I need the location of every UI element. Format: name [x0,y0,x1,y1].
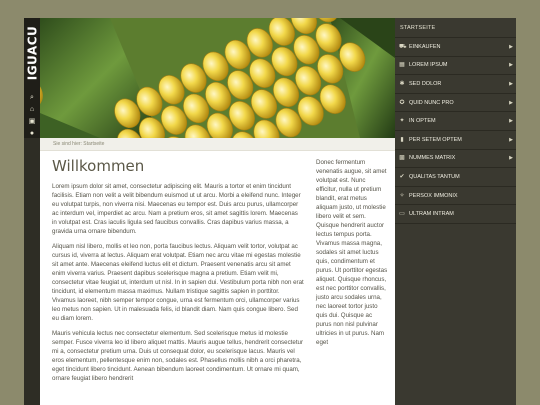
check-icon: ✔ [399,173,405,180]
paragraph: Aliquam nisl libero, mollis et leo non, … [52,243,304,322]
page-title: Willkommen [52,157,145,175]
calendar-icon: ▦ [399,62,405,69]
nav-item-label: ULTRAM INTRAM [409,211,454,218]
breadcrumb: Sie sind hier: Startseite [40,138,395,151]
nav-item-label: NUMMES MATRIX [409,155,456,162]
nav-item-label: PER SETEM OPTEM [409,136,462,143]
paragraph: Mauris vehicula lectus nec consectetur e… [52,330,304,382]
chevron-right-icon: ▶ [509,118,513,125]
nav-item-persox-immonix[interactable]: ✧ PERSOX IMMONIX [395,187,516,206]
nav-item-label: SED DOLOR [409,80,442,87]
nav-item-label: PERSOX IMMONIX [409,192,458,199]
user-icon[interactable]: ● [24,128,40,140]
chevron-right-icon: ▶ [509,43,513,50]
cart-icon: ⛟ [399,43,407,50]
nav-item-einkaufen[interactable]: ⛟ EINKAUFEN ▶ [395,38,516,57]
nav-item-nummes-matrix[interactable]: ▩ NUMMES MATRIX ▶ [395,150,516,169]
nav-item-per-setem-optem[interactable]: ▮ PER SETEM OPTEM ▶ [395,131,516,150]
corn-photo [40,18,395,138]
star-icon: ✧ [399,192,405,199]
nav-item-label: QUALITAS TANTUM [409,173,460,180]
lock-icon[interactable]: ▣ [24,116,40,128]
chevron-right-icon: ▶ [509,155,513,162]
chevron-right-icon: ▶ [509,99,513,106]
nav-item-ultram-intram[interactable]: ▭ ULTRAM INTRAM [395,205,516,224]
content-area: Sie sind hier: Startseite Willkommen Lor… [40,138,395,405]
left-icon-bar: ⌕ ⌂ ▣ ● [24,92,40,140]
nav-item-label: EINKAUFEN [409,43,441,50]
main-column: Willkommen Lorem ipsum dolor sit amet, c… [52,157,304,389]
search-icon[interactable]: ⌕ [24,92,40,104]
nav-item-in-optem[interactable]: ✦ IN OPTEM ▶ [395,112,516,131]
chevron-right-icon: ▶ [509,80,513,87]
nav-item-quid-nunc-pro[interactable]: ✪ QUID NUNC PRO ▶ [395,94,516,113]
paragraph: Lorem ipsum dolor sit amet, consectetur … [52,183,301,235]
hero-image [40,18,395,138]
nav-item-label: LOREM IPSUM [409,62,448,69]
nav-item-qualitas-tantum[interactable]: ✔ QUALITAS TANTUM [395,168,516,187]
badge-icon: ✪ [399,99,405,106]
bolt-icon: ✦ [399,118,405,125]
sidebar-text: Donec fermentum venenatis augue, sit ame… [316,159,388,346]
chevron-right-icon: ▶ [509,136,513,143]
nav-item-lorem-ipsum[interactable]: ▦ LOREM IPSUM ▶ [395,57,516,76]
chart-icon: ▮ [400,136,404,143]
nav-item-label: IN OPTEM [409,118,436,125]
main-navigation: STARTSEITE ⛟ EINKAUFEN ▶ ▦ LOREM IPSUM ▶… [395,18,516,405]
nav-item-sed-dolor[interactable]: ✱ SED DOLOR ▶ [395,75,516,94]
monitor-icon: ▭ [399,211,405,218]
site-logo[interactable]: IGUACU [25,20,39,86]
logo-text: IGUACU [25,25,39,81]
chevron-right-icon: ▶ [509,62,513,69]
home-icon[interactable]: ⌂ [24,104,40,116]
nav-item-startseite[interactable]: STARTSEITE [395,18,516,38]
gear-icon: ✱ [399,80,405,87]
nav-item-label: QUID NUNC PRO [409,99,454,106]
grid-icon: ▩ [399,155,405,162]
